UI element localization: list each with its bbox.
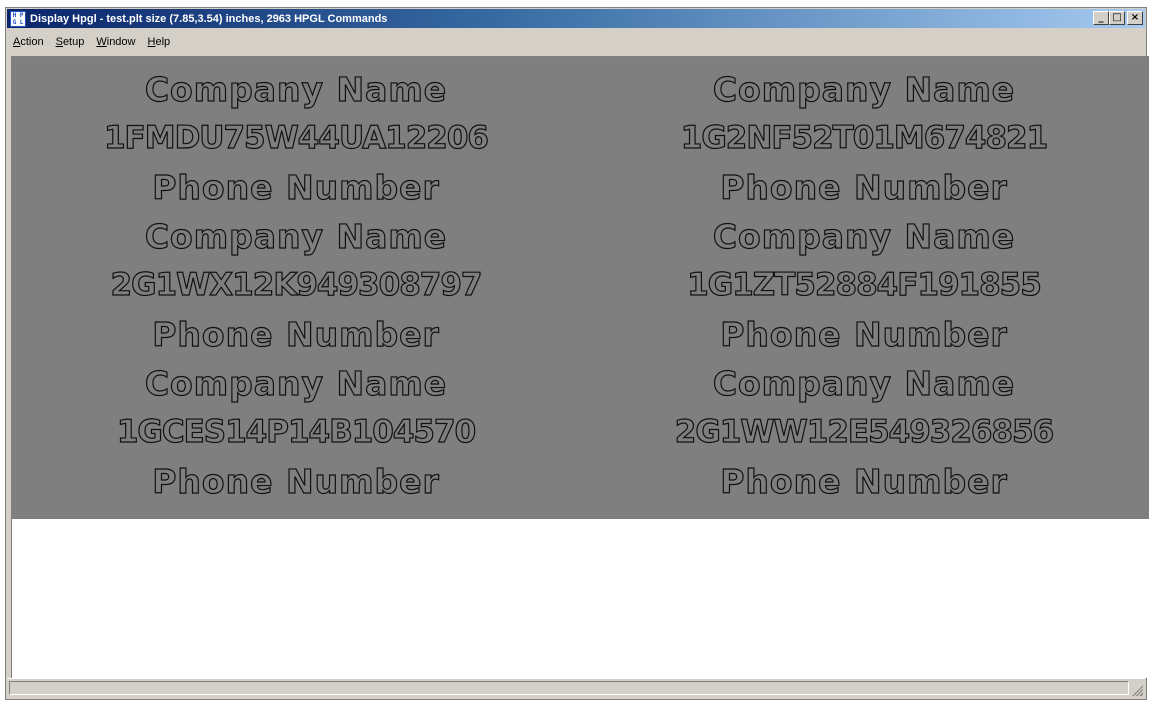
plot-company-name: Company Name: [712, 69, 1016, 109]
plot-company-name: Company Name: [712, 216, 1016, 256]
app-window: H P G L Display Hpgl - test.plt size (7.…: [5, 7, 1149, 700]
menu-bar: Action Setup Window Help: [7, 32, 176, 52]
plot-column-left: Company Name 1FMDU75W44UA12206 Phone Num…: [12, 65, 580, 506]
menu-label: etup: [62, 36, 85, 48]
app-icon-glyph: H: [12, 11, 17, 19]
plot-vin: 1GCES14P14B104570: [116, 413, 477, 450]
resize-grip-icon[interactable]: [1131, 684, 1143, 696]
plot-phone-number: Phone Number: [152, 314, 440, 354]
plot-column-right: Company Name 1G2NF52T01M674821 Phone Num…: [580, 65, 1148, 506]
menu-label: indow: [106, 36, 136, 48]
menu-accelerator: W: [96, 36, 107, 48]
close-button[interactable]: ×: [1127, 11, 1143, 25]
menu-item-setup[interactable]: Setup: [50, 36, 91, 48]
hpgl-app-icon[interactable]: H P G L: [10, 10, 26, 27]
plot-vin: 1G1ZT52884F191855: [687, 266, 1043, 303]
plot-vin: 2G1WX12K949308797: [110, 266, 483, 303]
app-icon-glyph: P: [19, 11, 24, 19]
document-view[interactable]: Company Name 1FMDU75W44UA12206 Phone Num…: [11, 56, 1149, 678]
plot-phone-number: Phone Number: [152, 461, 440, 501]
plot-company-name: Company Name: [712, 363, 1016, 403]
plot-company-name: Company Name: [144, 363, 448, 403]
status-bar: [7, 678, 1145, 698]
plot-company-name: Company Name: [144, 216, 448, 256]
caption-buttons: _ □ ×: [1093, 11, 1143, 25]
app-icon-glyph: G: [12, 18, 17, 26]
maximize-button[interactable]: □: [1109, 11, 1125, 25]
menu-label: ction: [20, 36, 44, 48]
plot-phone-number: Phone Number: [152, 167, 440, 207]
menu-item-action[interactable]: Action: [7, 36, 50, 48]
menu-label: elp: [155, 36, 171, 48]
plot-phone-number: Phone Number: [720, 314, 1008, 354]
hpgl-plot-area[interactable]: Company Name 1FMDU75W44UA12206 Phone Num…: [12, 57, 1149, 519]
app-icon-glyph: L: [19, 18, 24, 26]
plot-vin: 1G2NF52T01M674821: [680, 119, 1049, 156]
minimize-button[interactable]: _: [1093, 11, 1109, 25]
plot-vin: 2G1WW12E549326856: [674, 413, 1055, 450]
menu-item-window[interactable]: Window: [90, 36, 141, 48]
title-bar[interactable]: H P G L Display Hpgl - test.plt size (7.…: [7, 9, 1145, 28]
status-panel: [9, 681, 1129, 695]
menu-accelerator: S: [55, 36, 63, 48]
menu-item-help[interactable]: Help: [142, 36, 177, 48]
plot-phone-number: Phone Number: [720, 461, 1008, 501]
plot-vin: 1FMDU75W44UA12206: [103, 119, 489, 156]
window-title: Display Hpgl - test.plt size (7.85,3.54)…: [30, 12, 388, 25]
plot-company-name: Company Name: [144, 69, 448, 109]
plot-phone-number: Phone Number: [720, 167, 1008, 207]
